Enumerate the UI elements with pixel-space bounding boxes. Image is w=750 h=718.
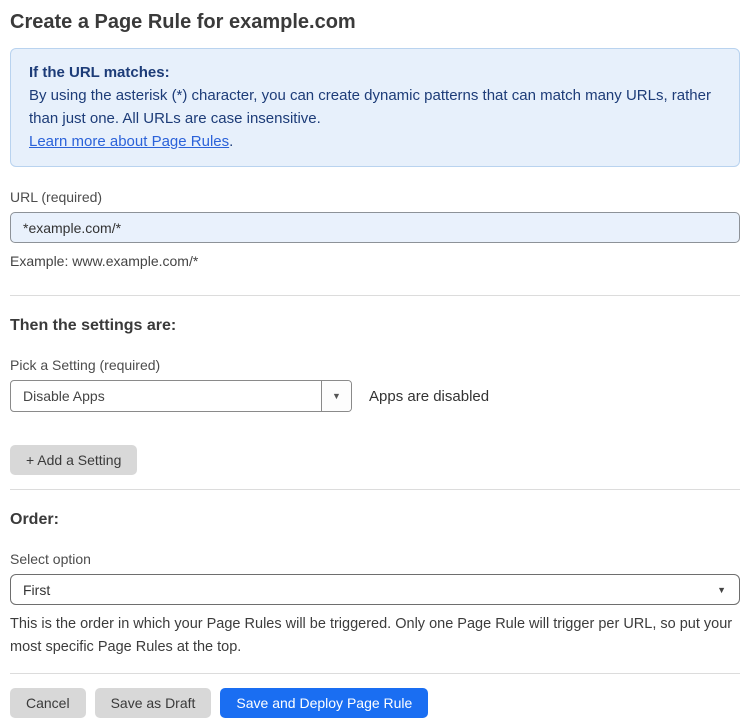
add-setting-button[interactable]: + Add a Setting xyxy=(10,445,138,475)
caret-down-icon: ▼ xyxy=(717,584,726,595)
url-input[interactable] xyxy=(10,212,740,243)
setting-row: Disable Apps ▼ Apps are disabled xyxy=(10,380,740,412)
url-field-label: URL (required) xyxy=(10,189,103,205)
setting-status-text: Apps are disabled xyxy=(369,387,490,405)
pick-setting-label: Pick a Setting (required) xyxy=(10,357,161,373)
form-actions: Cancel Save as Draft Save and Deploy Pag… xyxy=(10,688,740,718)
order-select[interactable]: First ▼ xyxy=(10,574,740,605)
setting-dropdown-value: Disable Apps xyxy=(23,388,105,404)
info-box-body: By using the asterisk (*) character, you… xyxy=(29,87,711,127)
select-option-label: Select option xyxy=(10,551,91,567)
divider xyxy=(10,673,740,674)
divider xyxy=(10,489,740,490)
setting-dropdown[interactable]: Disable Apps ▼ xyxy=(10,380,352,412)
save-as-draft-button[interactable]: Save as Draft xyxy=(94,688,212,718)
url-match-info-box: If the URL matches: By using the asteris… xyxy=(10,48,740,167)
save-and-deploy-button[interactable]: Save and Deploy Page Rule xyxy=(220,688,429,718)
caret-down-icon: ▼ xyxy=(332,391,341,401)
info-box-heading: If the URL matches: xyxy=(29,64,170,81)
link-suffix: . xyxy=(229,133,234,150)
learn-more-link[interactable]: Learn more about Page Rules xyxy=(29,133,229,150)
setting-dropdown-arrow-button[interactable]: ▼ xyxy=(321,381,351,411)
divider xyxy=(10,295,740,296)
url-example-helper: Example: www.example.com/* xyxy=(10,253,199,269)
info-box-link-line: Learn more about Page Rules. xyxy=(29,130,721,153)
settings-section-heading: Then the settings are: xyxy=(10,317,177,334)
order-section-heading: Order: xyxy=(10,511,59,528)
order-select-value: First xyxy=(23,581,51,598)
order-helper-text: This is the order in which your Page Rul… xyxy=(10,616,733,655)
cancel-button[interactable]: Cancel xyxy=(10,688,86,718)
page-rule-form: Create a Page Rule for example.com If th… xyxy=(0,0,750,718)
page-title: Create a Page Rule for example.com xyxy=(10,11,356,33)
